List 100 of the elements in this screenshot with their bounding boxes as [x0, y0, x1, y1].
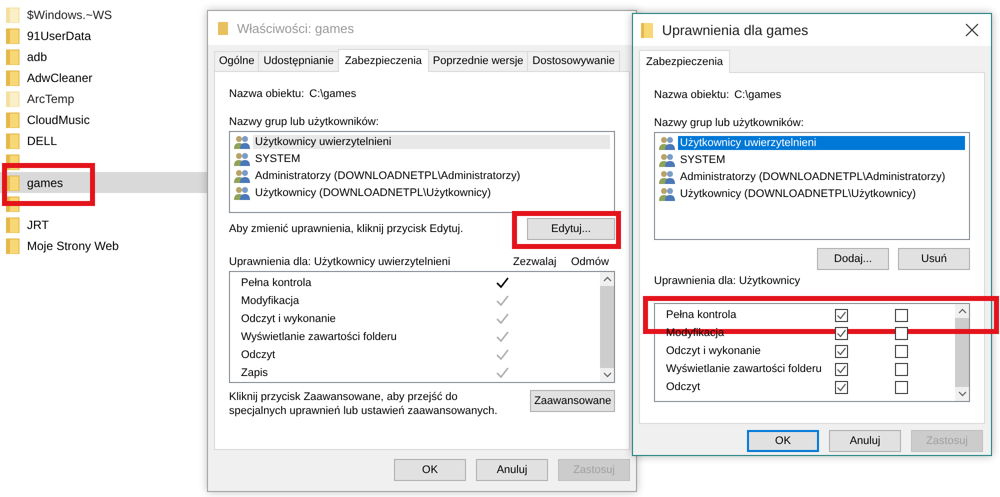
folder-icon — [6, 90, 20, 106]
window-title: Uprawnienia dla games — [662, 22, 810, 38]
scrollbar[interactable] — [600, 272, 614, 382]
users-icon — [659, 152, 676, 166]
folder-icon — [6, 70, 20, 86]
checkbox[interactable] — [835, 380, 848, 394]
folder-name[interactable]: JRT — [27, 218, 49, 232]
folder-icon — [6, 238, 20, 254]
dialog-button[interactable]: Anuluj — [476, 459, 548, 481]
checkbox[interactable] — [835, 308, 848, 322]
checkbox[interactable] — [835, 362, 848, 376]
permission-name: Zapis — [241, 367, 269, 379]
users-icon — [234, 186, 251, 200]
allow-heading: Zezwalaj — [513, 256, 558, 268]
folder-icon — [6, 48, 20, 64]
folder-icon — [6, 174, 20, 190]
checkbox[interactable] — [835, 326, 848, 340]
file-row[interactable]: JRT — [0, 214, 207, 235]
window-title: Właściwości: games — [237, 20, 354, 36]
deny-heading: Odmów — [571, 256, 610, 268]
users-icon — [659, 186, 676, 200]
file-row[interactable]: AdwCleaner — [0, 67, 207, 88]
user-group-item[interactable]: Administratorzy (DOWNLOADNETPL\Administratorzy) — [678, 170, 948, 184]
folder-icon — [641, 22, 653, 38]
chevron-down-icon — [958, 391, 966, 397]
tab[interactable]: Zabezpieczenia — [338, 49, 429, 72]
user-group-item[interactable]: Użytkownicy (DOWNLOADNETPL\Użytkownicy) — [678, 186, 918, 200]
file-row[interactable]: CloudMusic — [0, 109, 207, 130]
folder-name[interactable]: DELL — [27, 134, 58, 148]
user-group-item[interactable]: Użytkownicy (DOWNLOADNETPL\Użytkownicy) — [253, 186, 493, 200]
permission-name: Odczyt — [666, 381, 702, 393]
edit-button[interactable]: Edytuj... — [527, 218, 615, 240]
users-icon — [234, 168, 251, 182]
permission-name: Odczyt i wykonanie — [666, 345, 762, 357]
folder-icon — [6, 28, 20, 44]
permission-name: Pełna kontrola — [241, 277, 312, 289]
users-icon — [234, 134, 251, 148]
chevron-up-icon — [602, 276, 612, 282]
file-row[interactable]: games — [0, 172, 207, 193]
folder-icon — [6, 216, 20, 232]
user-group-item[interactable]: Administratorzy (DOWNLOADNETPL\Administratorzy) — [253, 168, 522, 182]
dialog-button[interactable]: Anuluj — [829, 430, 901, 452]
advanced-button[interactable]: Zaawansowane — [530, 390, 615, 412]
file-row[interactable]: adb — [0, 46, 207, 67]
tab[interactable]: Dostosowywanie — [527, 51, 620, 71]
permissions-label: Uprawnienia dla: Użytkownicy — [654, 275, 802, 287]
folder-icon — [6, 132, 20, 148]
folder-name[interactable]: ArcTemp — [27, 92, 74, 106]
permission-name: Odczyt — [241, 349, 276, 361]
user-group-item[interactable]: SYSTEM — [678, 152, 728, 166]
folder-name[interactable]: adb — [27, 50, 48, 64]
users-icon — [659, 136, 676, 150]
scrollbar-thumb[interactable] — [600, 286, 614, 368]
checkbox[interactable] — [895, 308, 908, 322]
folder-name[interactable]: Moje Strony Web — [27, 238, 119, 252]
user-group-item[interactable]: Użytkownicy uwierzytelnieni — [253, 134, 610, 148]
scrollbar-thumb[interactable] — [955, 318, 969, 387]
folder-icon — [218, 21, 228, 35]
chevron-down-icon — [602, 372, 612, 378]
groups-label: Nazwy grup lub użytkowników: — [654, 117, 805, 129]
permission-name: Wyświetlanie zawartości folderu — [666, 363, 823, 375]
edit-hint: Aby zmienić uprawnienia, kliknij przycisk Edytuj. — [229, 222, 464, 234]
users-icon — [234, 152, 251, 166]
object-name-label: Nazwa obiektu: — [229, 88, 304, 100]
permission-name: Modyfikacja — [241, 295, 300, 307]
checkbox[interactable] — [895, 380, 908, 394]
scrollbar[interactable] — [955, 304, 969, 401]
users-icon — [659, 170, 676, 184]
dialog-button[interactable]: OK — [747, 430, 819, 452]
file-row[interactable]: Moje Strony Web — [0, 235, 207, 256]
permission-name: Wyświetlanie zawartości folderu — [241, 331, 398, 343]
checkbox[interactable] — [895, 326, 908, 340]
permission-name: Pełna kontrola — [666, 309, 738, 321]
close-icon[interactable] — [965, 23, 979, 37]
file-row[interactable]: $Windows.~WS — [0, 4, 207, 25]
checkbox[interactable] — [895, 362, 908, 376]
checkbox[interactable] — [835, 344, 848, 358]
groups-label: Nazwy grup lub użytkowników: — [229, 116, 380, 128]
file-row[interactable]: DELL — [0, 130, 207, 151]
permission-name: Odczyt i wykonanie — [241, 313, 337, 325]
checkbox[interactable] — [895, 344, 908, 358]
file-row[interactable]: ArcTemp — [0, 88, 207, 109]
folder-name[interactable]: 91UserData — [27, 28, 92, 42]
tab[interactable]: Zabezpieczenia — [639, 50, 730, 73]
dialog-button[interactable]: OK — [394, 459, 466, 481]
folder-name[interactable]: CloudMusic — [27, 112, 90, 126]
object-name-label: Nazwa obiektu: — [654, 89, 730, 101]
user-group-item[interactable]: SYSTEM — [253, 152, 302, 166]
remove-button[interactable]: Usuń — [898, 248, 970, 270]
add-button[interactable]: Dodaj... — [817, 248, 889, 270]
folder-icon — [6, 6, 20, 22]
permissions-label: Uprawnienia dla: Użytkownicy uwierzytelnieni — [229, 256, 452, 268]
folder-icon — [6, 112, 20, 128]
folder-name[interactable]: games — [27, 176, 64, 190]
folder-name[interactable]: $Windows.~WS — [27, 8, 112, 22]
folder-name[interactable]: AdwCleaner — [27, 70, 92, 84]
file-row[interactable]: 91UserData — [0, 25, 207, 46]
tab[interactable]: Ogólne — [214, 51, 260, 71]
chevron-up-icon — [958, 308, 966, 314]
user-group-item[interactable]: Użytkownicy uwierzytelnieni — [678, 136, 965, 150]
